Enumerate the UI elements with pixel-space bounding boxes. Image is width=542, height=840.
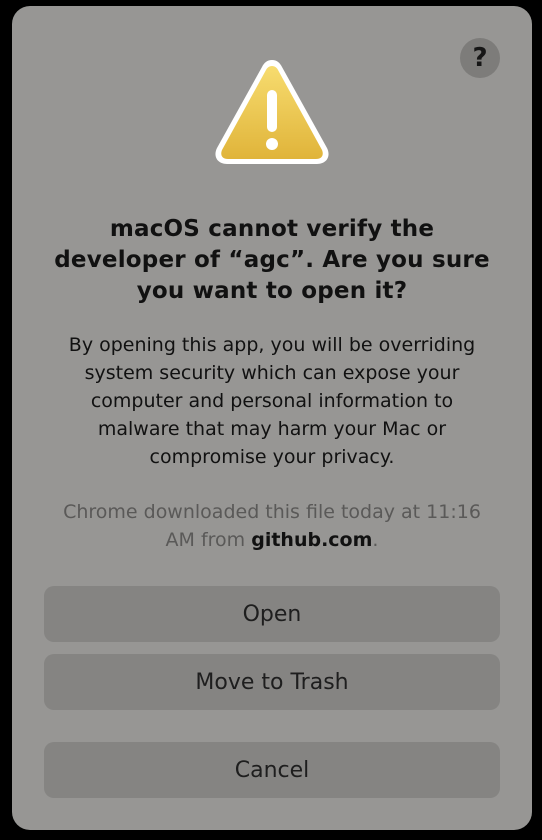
help-button[interactable]: ? — [460, 38, 500, 78]
download-note-suffix: . — [372, 529, 379, 551]
dialog-message: By opening this app, you will be overrid… — [68, 334, 476, 468]
open-button[interactable]: Open — [44, 586, 500, 642]
dialog-title: macOS cannot verify the developer of “ag… — [54, 216, 490, 304]
security-alert-dialog: ? macOS cannot verify the developer of “… — [12, 6, 532, 830]
warning-triangle-icon — [215, 60, 329, 164]
move-to-trash-button[interactable]: Move to Trash — [44, 654, 500, 710]
download-note: Chrome downloaded this file today at 11:… — [52, 498, 492, 554]
cancel-button[interactable]: Cancel — [44, 742, 500, 798]
download-host: github.com — [251, 529, 373, 551]
